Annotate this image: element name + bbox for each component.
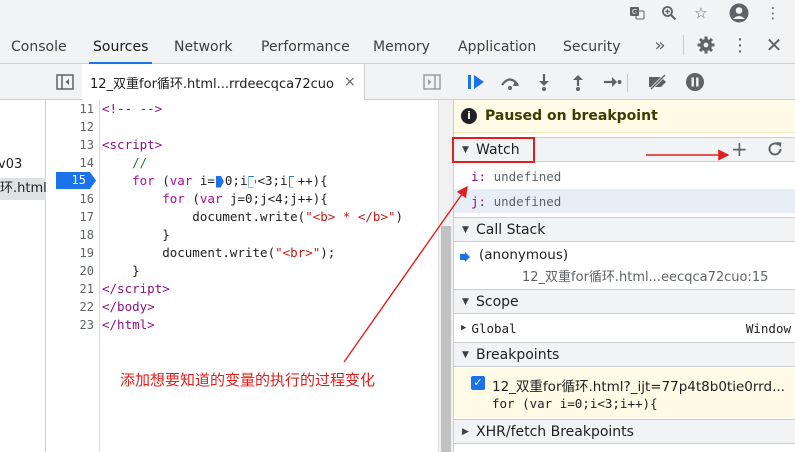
tab-network[interactable]: Network bbox=[174, 26, 232, 64]
resume-icon[interactable] bbox=[461, 64, 491, 100]
toggle-navigator-icon[interactable] bbox=[56, 73, 74, 91]
code-line: for (var j=0;j<4;j++){ bbox=[162, 191, 328, 206]
line-number[interactable]: 14 bbox=[46, 154, 94, 172]
refresh-watch-icon[interactable] bbox=[766, 140, 784, 162]
editor-scrollbar[interactable] bbox=[438, 100, 453, 452]
annotation-text: 添加想要知道的变量的执行的过程变化 bbox=[120, 371, 376, 389]
step-over-icon[interactable] bbox=[495, 64, 525, 100]
paused-banner: i Paused on breakpoint bbox=[454, 100, 795, 133]
code-line: </body> bbox=[102, 299, 155, 314]
paused-label: Paused on breakpoint bbox=[485, 108, 658, 124]
file-navigator bbox=[0, 64, 46, 452]
breakpoint-item[interactable]: ✓ 12_双重for循环.html?_ijt=77p4t8b0tie0rrd..… bbox=[454, 368, 795, 418]
line-number[interactable]: 18 bbox=[46, 226, 94, 244]
toggle-debugger-icon[interactable] bbox=[423, 73, 441, 91]
line-number[interactable]: 16 bbox=[46, 190, 94, 208]
svg-text:G: G bbox=[632, 8, 637, 16]
line-number[interactable]: 20 bbox=[46, 262, 94, 280]
close-devtools-icon[interactable]: ✕ bbox=[764, 26, 784, 64]
customize-menu-icon[interactable]: ⋮ bbox=[731, 26, 749, 64]
watch-item[interactable]: i: undefined bbox=[454, 164, 795, 188]
step-out-icon[interactable] bbox=[563, 64, 593, 100]
browser-toolbar: G ☆ ⋮ bbox=[0, 0, 795, 26]
code-line: // bbox=[102, 155, 148, 170]
navigator-item[interactable]: v03 bbox=[0, 156, 44, 174]
editor-file-tab[interactable]: 12_双重for循环.html...rrdeecqca72cuo × bbox=[82, 64, 365, 100]
expand-right-icon: ▶ bbox=[461, 323, 467, 333]
code-line: } bbox=[102, 227, 170, 242]
line-number[interactable]: 11 bbox=[46, 100, 94, 118]
tab-memory[interactable]: Memory bbox=[373, 26, 430, 64]
call-frame[interactable]: (anonymous) 12_双重for循环.html...eecqca72cu… bbox=[454, 247, 795, 287]
line-number[interactable]: 22 bbox=[46, 298, 94, 316]
code-line: document.write("<br>"); bbox=[102, 245, 336, 260]
tab-application[interactable]: Application bbox=[458, 26, 536, 64]
code-line: document.write("<b> * </b>") bbox=[102, 209, 404, 224]
breakpoints-header[interactable]: ▼ Breakpoints bbox=[454, 342, 795, 367]
tab-sources[interactable]: Sources bbox=[88, 26, 153, 64]
watch-item[interactable]: j: undefined bbox=[454, 189, 795, 213]
code-line: </html> bbox=[102, 317, 155, 332]
file-tab-label: 12_双重for循环.html...rrdeecqca72cuo bbox=[90, 76, 334, 92]
expand-down-icon: ▼ bbox=[462, 349, 469, 360]
breakpoint-checkbox[interactable]: ✓ bbox=[471, 376, 485, 390]
tab-console[interactable]: Console bbox=[11, 26, 67, 64]
scope-header[interactable]: ▼ Scope bbox=[454, 289, 795, 314]
editor-tab-bar: 12_双重for循环.html...rrdeecqca72cuo × bbox=[46, 64, 453, 100]
line-number[interactable]: 13 bbox=[46, 136, 94, 154]
account-icon[interactable] bbox=[728, 2, 750, 24]
more-tabs-icon[interactable]: » bbox=[650, 26, 670, 64]
expand-right-icon: ▶ bbox=[462, 426, 469, 437]
browser-menu-icon[interactable]: ⋮ bbox=[762, 2, 784, 24]
code-line: <script> bbox=[102, 137, 163, 152]
divider bbox=[683, 35, 684, 55]
line-number[interactable]: 12 bbox=[46, 118, 94, 136]
code-line: </script> bbox=[102, 281, 170, 296]
tab-security[interactable]: Security bbox=[563, 26, 621, 64]
deactivate-breakpoints-icon[interactable] bbox=[643, 64, 673, 100]
translate-icon[interactable]: G bbox=[626, 2, 648, 24]
divider bbox=[627, 74, 628, 92]
close-tab-icon[interactable]: × bbox=[344, 74, 356, 90]
line-number[interactable]: 17 bbox=[46, 208, 94, 226]
watch-highlight-box bbox=[452, 137, 535, 163]
code-line: } bbox=[102, 263, 140, 278]
pause-on-exceptions-icon[interactable] bbox=[680, 64, 710, 100]
zoom-icon[interactable] bbox=[658, 2, 680, 24]
navigator-toolbar bbox=[0, 64, 46, 100]
expand-down-icon: ▼ bbox=[462, 296, 469, 307]
scrollbar-thumb[interactable] bbox=[441, 226, 451, 452]
xhr-breakpoints-header[interactable]: ▶ XHR/fetch Breakpoints bbox=[454, 419, 795, 444]
code-line: <!-- --> bbox=[102, 101, 163, 116]
star-icon[interactable]: ☆ bbox=[690, 2, 712, 24]
code-editor[interactable]: <!-- --> <script> // for (var i= 0;i <3;i +… bbox=[100, 100, 438, 452]
navigator-item-selected[interactable]: 环.html bbox=[0, 178, 46, 200]
breakpoint-marker[interactable]: 15 bbox=[56, 172, 96, 189]
add-watch-icon[interactable]: + bbox=[731, 139, 748, 159]
devtools-tab-bar: Console Sources Network Performance Memo… bbox=[0, 26, 795, 64]
step-icon[interactable] bbox=[597, 64, 627, 100]
step-into-icon[interactable] bbox=[529, 64, 559, 100]
settings-gear-icon[interactable] bbox=[694, 26, 718, 64]
line-number[interactable]: 19 bbox=[46, 244, 94, 262]
line-number[interactable]: 21 bbox=[46, 280, 94, 298]
code-line: for (var i= 0;i <3;i ++){ bbox=[132, 173, 328, 188]
tab-performance[interactable]: Performance bbox=[261, 26, 350, 64]
scope-item-global[interactable]: ▶ Global Window bbox=[454, 316, 795, 340]
line-number[interactable]: 23 bbox=[46, 316, 94, 334]
expand-down-icon: ▼ bbox=[462, 224, 469, 235]
info-icon: i bbox=[461, 108, 477, 124]
current-frame-arrow-icon bbox=[460, 250, 470, 266]
call-stack-header[interactable]: ▼ Call Stack bbox=[454, 217, 795, 242]
